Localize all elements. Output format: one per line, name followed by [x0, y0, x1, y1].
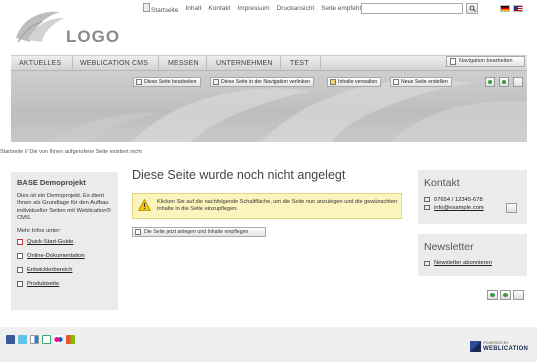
facebook-icon[interactable] [6, 335, 15, 344]
email-icon [424, 205, 430, 210]
edit-page-label: Diese Seite bearbeiten [144, 79, 197, 85]
link-icon [213, 79, 219, 85]
edit-icon[interactable] [513, 290, 524, 300]
project-info-title: BASE Demoprojekt [17, 178, 86, 187]
meta-navigation: Startseite Inhalt Kontakt Impressum Druc… [143, 2, 368, 15]
nav-divider [72, 56, 73, 71]
notice-text: Klicken Sie auf die nachfolgende Schaltf… [157, 199, 398, 213]
arrow-icon [424, 261, 430, 266]
nav-item-test[interactable]: TEST [290, 56, 309, 71]
newsletter-subscribe-link[interactable]: Newsletter abonnieren [424, 260, 521, 266]
link-label: Produktseite [27, 280, 60, 287]
external-link-icon [17, 280, 23, 287]
nav-divider [158, 56, 159, 71]
powered-by-brand: WEBLICATION [483, 346, 529, 352]
meta-nav-startseite[interactable]: Startseite [143, 3, 178, 14]
powered-by-label: POWERED BY [483, 341, 509, 345]
flickr-icon[interactable] [54, 335, 63, 344]
link-entwicklerbereich[interactable]: Entwicklerbereich [17, 266, 112, 281]
new-page-icon [393, 79, 399, 85]
delicious-icon[interactable] [30, 335, 39, 344]
page-properties-icon[interactable] [485, 77, 495, 87]
pencil-icon [136, 79, 142, 85]
folder-icon [330, 79, 336, 85]
nav-item-aktuelles[interactable]: AKTUELLES [19, 56, 61, 71]
edit-page-button[interactable]: Diese Seite bearbeiten [133, 77, 201, 87]
project-info-more: Mehr Infos unter: [17, 227, 61, 234]
list-icon [450, 58, 456, 65]
meta-nav-impressum[interactable]: Impressum [237, 5, 269, 12]
create-page-label: Die Seite jetzt anlegen und Inhalte einp… [144, 229, 249, 235]
new-page-icon [135, 229, 141, 235]
link-quick-start-guide[interactable]: Quick-Start-Guide [17, 238, 112, 253]
nav-divider [280, 56, 281, 71]
search-input[interactable] [361, 3, 463, 14]
breadcrumb: Startseite // Die von Ihnen aufgerufene … [0, 149, 142, 155]
link-page-button[interactable]: Diese Seite in der Navigation verlinken [210, 77, 315, 87]
contact-title: Kontakt [424, 177, 460, 189]
manage-content-button[interactable]: Inhalte verwalten [327, 77, 382, 87]
new-page-button[interactable]: Neue Seite erstellen [390, 77, 452, 87]
project-info-text: Dies ist ein Demoprojekt. Es dient Ihnen… [17, 193, 111, 222]
link-online-dokumentation[interactable]: Online-Dokumentation [17, 252, 112, 267]
external-link-icon [17, 252, 23, 259]
newsletter-box: Newsletter Newsletter abonnieren [418, 234, 527, 276]
meta-nav-inhalt[interactable]: Inhalt [185, 5, 201, 12]
nav-item-weblication-cms[interactable]: WEBLICATION CMS [80, 56, 148, 71]
phone-icon [424, 197, 430, 202]
external-link-icon [17, 266, 23, 273]
page-properties-icon[interactable] [487, 290, 498, 300]
page-icon [143, 3, 150, 12]
link-label: Quick-Start-Guide [27, 238, 74, 245]
footer [0, 327, 537, 362]
navigation-edit-button[interactable]: Navigation bearbeiten [446, 56, 525, 67]
notice-box: Klicken Sie auf die nachfolgende Schaltf… [132, 193, 402, 219]
link-label: Entwicklerbereich [27, 266, 73, 273]
create-page-button[interactable]: Die Seite jetzt anlegen und Inhalte einp… [132, 227, 266, 237]
nav-divider [206, 56, 207, 71]
link-produktseite[interactable]: Produktseite [17, 280, 112, 295]
publish-icon[interactable] [500, 290, 511, 300]
german-flag-icon[interactable] [500, 5, 510, 12]
nav-item-messen[interactable]: MESSEN [168, 56, 199, 71]
link-label: Online-Dokumentation [27, 252, 85, 259]
newsletter-title: Newsletter [424, 241, 474, 253]
warning-icon [138, 199, 151, 211]
nav-divider [320, 56, 321, 71]
english-flag-icon[interactable] [513, 5, 523, 12]
nav-item-unternehmen[interactable]: UNTERNEHMEN [216, 56, 273, 71]
newsletter-link-label: Newsletter abonnieren [434, 260, 493, 266]
meta-nav-label: Startseite [151, 7, 179, 14]
windows-live-icon[interactable] [66, 335, 75, 344]
contact-phone-value: 07654 / 12345-678 [434, 197, 483, 203]
meta-nav-druckansicht[interactable]: Druckansicht [277, 5, 315, 12]
weblication-logo-icon [470, 341, 481, 352]
search-button[interactable] [466, 3, 478, 14]
pdf-icon [17, 238, 23, 245]
meta-nav-kontakt[interactable]: Kontakt [208, 5, 230, 12]
edit-icon[interactable] [513, 77, 523, 87]
google-icon[interactable] [42, 335, 51, 344]
twitter-icon[interactable] [18, 335, 27, 344]
project-info-box: BASE Demoprojekt Dies ist ein Demoprojek… [11, 172, 118, 310]
page-title: Diese Seite wurde noch nicht angelegt [132, 168, 346, 182]
search-icon [469, 5, 476, 12]
contact-email-value: info@example.com [434, 205, 484, 211]
new-page-label: Neue Seite erstellen [401, 79, 448, 85]
publish-icon[interactable] [499, 77, 509, 87]
logo-text[interactable]: LOGO [66, 27, 120, 47]
navigation-edit-label: Navigation bearbeiten [459, 58, 513, 64]
edit-contact-icon[interactable] [506, 203, 517, 213]
link-page-label: Diese Seite in der Navigation verlinken [221, 79, 311, 85]
contact-box: Kontakt 07654 / 12345-678 info@example.c… [418, 170, 527, 224]
manage-content-label: Inhalte verwalten [338, 79, 378, 85]
